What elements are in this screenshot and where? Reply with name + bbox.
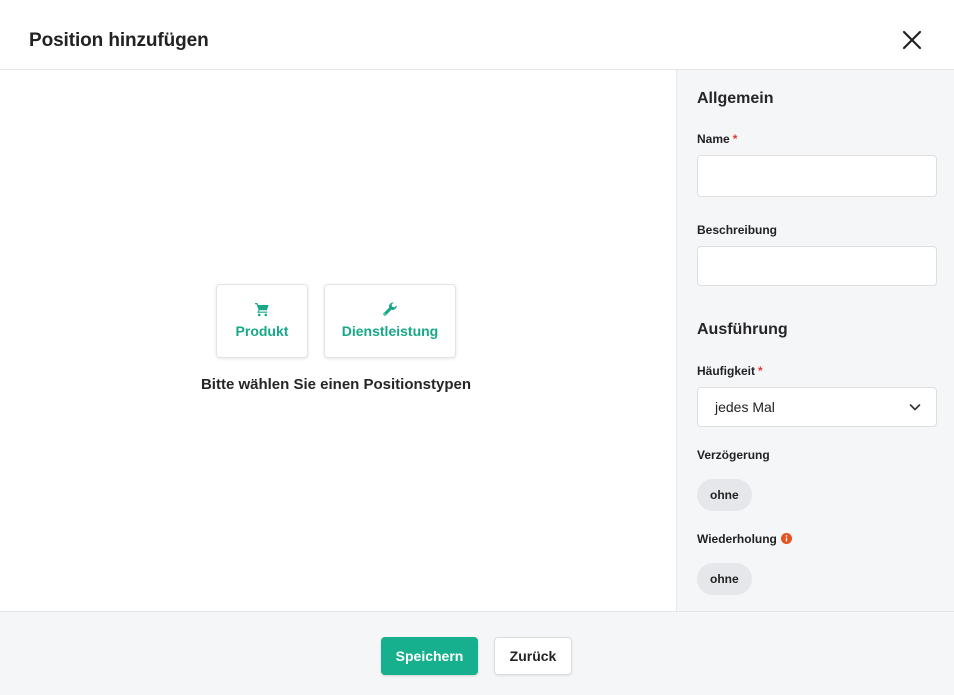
name-input[interactable] bbox=[697, 155, 937, 197]
frequency-field-label: Häufigkeit * bbox=[697, 364, 763, 378]
required-marker: * bbox=[732, 132, 738, 146]
save-button[interactable]: Speichern bbox=[381, 637, 478, 675]
delay-field-label: Verzögerung bbox=[697, 448, 770, 462]
close-button[interactable] bbox=[897, 26, 927, 56]
delay-chip[interactable]: ohne bbox=[697, 479, 752, 511]
name-field-label: Name * bbox=[697, 132, 738, 146]
service-type-card[interactable]: Dienstleistung bbox=[324, 284, 456, 358]
properties-pane: Allgemein Name * Beschreibung Ausführung … bbox=[676, 70, 954, 611]
position-type-pane: Produkt Dienstleistung Bitte wählen Sie … bbox=[0, 70, 676, 611]
frequency-select[interactable]: jedes Mal bbox=[697, 387, 937, 427]
service-type-label: Dienstleistung bbox=[341, 323, 439, 339]
wrench-icon bbox=[325, 301, 455, 317]
execution-section-title: Ausführung bbox=[697, 321, 788, 338]
close-icon bbox=[902, 30, 922, 50]
back-button[interactable]: Zurück bbox=[494, 637, 572, 675]
product-type-card[interactable]: Produkt bbox=[216, 284, 308, 358]
info-icon[interactable] bbox=[780, 533, 792, 544]
chevron-down-icon bbox=[908, 400, 922, 414]
repeat-chip[interactable]: ohne bbox=[697, 563, 752, 595]
required-marker: * bbox=[758, 364, 763, 378]
dialog-title: Position hinzufügen bbox=[29, 30, 209, 51]
repeat-field-label: Wiederholung bbox=[697, 532, 792, 546]
type-hint-text: Bitte wählen Sie einen Positionstypen bbox=[200, 376, 472, 393]
dialog-footer: Speichern Zurück bbox=[0, 611, 954, 695]
general-section-title: Allgemein bbox=[697, 90, 774, 107]
product-type-label: Produkt bbox=[235, 323, 289, 339]
add-position-dialog: Position hinzufügen Produkt Dienstleistu… bbox=[0, 0, 954, 695]
shopping-cart-icon bbox=[217, 301, 307, 317]
frequency-select-value: jedes Mal bbox=[715, 399, 775, 415]
description-field-label: Beschreibung bbox=[697, 223, 778, 237]
dialog-header: Position hinzufügen bbox=[0, 0, 954, 70]
description-input[interactable] bbox=[697, 246, 937, 286]
